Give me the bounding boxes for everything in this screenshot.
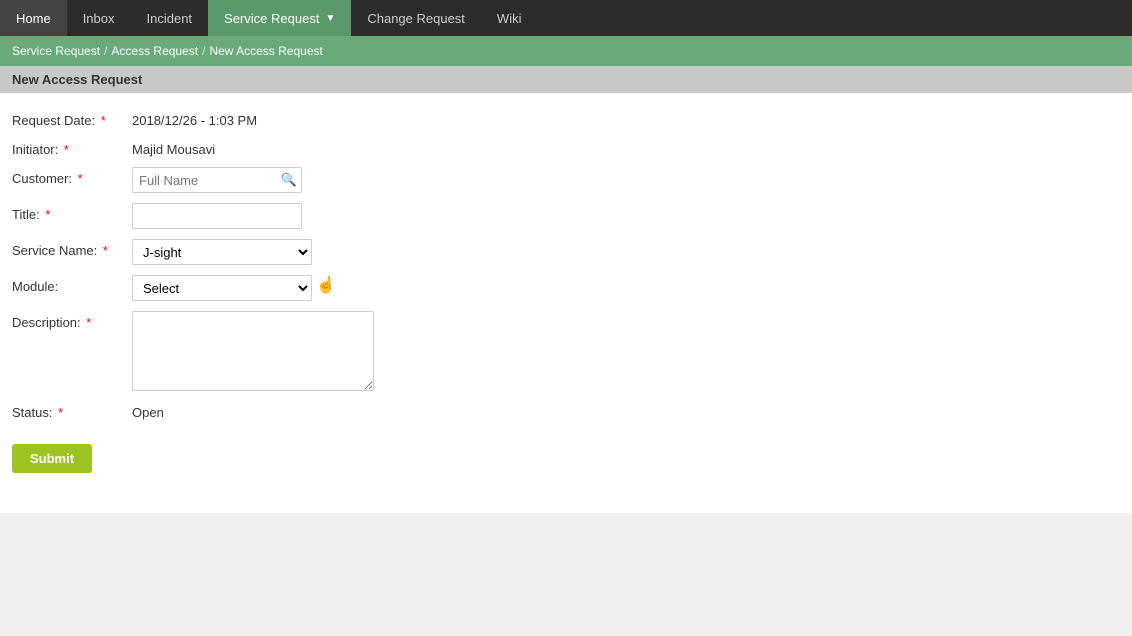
required-star-service: * xyxy=(103,243,108,258)
status-row: Status: * Open xyxy=(12,401,1120,420)
customer-search-button[interactable]: 🔍 xyxy=(278,172,300,188)
required-star-title: * xyxy=(45,207,50,222)
form-area: Request Date: * 2018/12/26 - 1:03 PM Ini… xyxy=(0,93,1132,513)
nav-change-request[interactable]: Change Request xyxy=(351,0,481,36)
module-select[interactable]: Select Module A Module B xyxy=(132,275,312,301)
module-row: Module: Select Module A Module B ☝ xyxy=(12,275,1120,301)
required-star-customer: * xyxy=(78,171,83,186)
description-row: Description: * xyxy=(12,311,1120,391)
description-textarea[interactable] xyxy=(132,311,374,391)
breadcrumb-sep-2: / xyxy=(202,44,205,58)
required-star-desc: * xyxy=(86,315,91,330)
request-date-row: Request Date: * 2018/12/26 - 1:03 PM xyxy=(12,109,1120,128)
description-label: Description: * xyxy=(12,311,132,330)
service-name-row: Service Name: * J-sight Option 2 xyxy=(12,239,1120,265)
customer-input-wrap: 🔍 xyxy=(132,167,302,193)
navbar: Home Inbox Incident Service Request ▼ Ch… xyxy=(0,0,1132,36)
initiator-value: Majid Mousavi xyxy=(132,138,215,157)
page-header: New Access Request xyxy=(0,66,1132,93)
request-date-label: Request Date: * xyxy=(12,109,132,128)
service-name-select[interactable]: J-sight Option 2 xyxy=(132,239,312,265)
customer-input[interactable] xyxy=(132,167,302,193)
customer-label: Customer: * xyxy=(12,167,132,186)
cursor-indicator: ☝ xyxy=(316,275,336,295)
nav-wiki[interactable]: Wiki xyxy=(481,0,538,36)
submit-button[interactable]: Submit xyxy=(12,444,92,473)
dropdown-arrow-icon: ▼ xyxy=(325,13,335,24)
breadcrumb: Service Request / Access Request / New A… xyxy=(0,36,1132,66)
nav-incident[interactable]: Incident xyxy=(131,0,209,36)
initiator-label: Initiator: * xyxy=(12,138,132,157)
status-value: Open xyxy=(132,401,164,420)
required-star: * xyxy=(101,113,106,128)
breadcrumb-sep-1: / xyxy=(104,44,107,58)
module-label: Module: xyxy=(12,275,132,294)
breadcrumb-current: New Access Request xyxy=(209,44,322,58)
customer-row: Customer: * 🔍 xyxy=(12,167,1120,193)
required-star-status: * xyxy=(58,405,63,420)
service-name-label: Service Name: * xyxy=(12,239,132,258)
title-label: Title: * xyxy=(12,203,132,222)
search-icon: 🔍 xyxy=(281,172,297,187)
breadcrumb-service-request[interactable]: Service Request xyxy=(12,44,100,58)
nav-service-request[interactable]: Service Request ▼ xyxy=(208,0,351,36)
nav-home[interactable]: Home xyxy=(0,0,67,36)
status-label: Status: * xyxy=(12,401,132,420)
nav-inbox[interactable]: Inbox xyxy=(67,0,131,36)
required-star-initiator: * xyxy=(64,142,69,157)
request-date-value: 2018/12/26 - 1:03 PM xyxy=(132,109,257,128)
title-row: Title: * xyxy=(12,203,1120,229)
initiator-row: Initiator: * Majid Mousavi xyxy=(12,138,1120,157)
breadcrumb-access-request[interactable]: Access Request xyxy=(111,44,198,58)
title-input[interactable] xyxy=(132,203,302,229)
